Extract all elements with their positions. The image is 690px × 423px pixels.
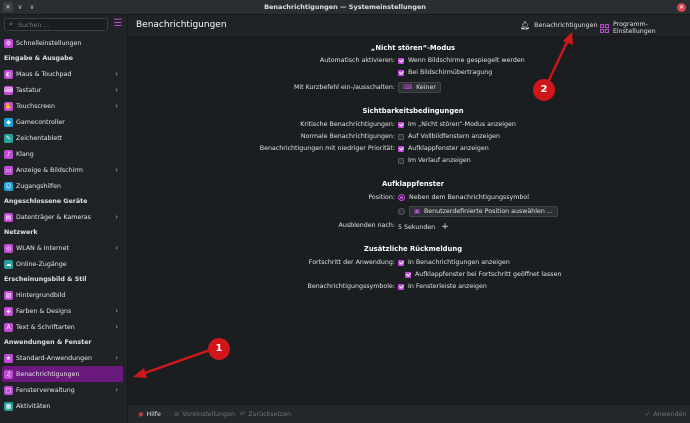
arrow-1-line	[141, 348, 211, 376]
annotation-marker-1: 1	[208, 338, 230, 360]
annotation-marker-2: 2	[533, 79, 555, 101]
arrow-2-line	[546, 39, 570, 83]
arrow-1-head	[133, 368, 147, 378]
arrow-2-head	[563, 32, 573, 45]
annotation-arrows	[133, 32, 573, 378]
